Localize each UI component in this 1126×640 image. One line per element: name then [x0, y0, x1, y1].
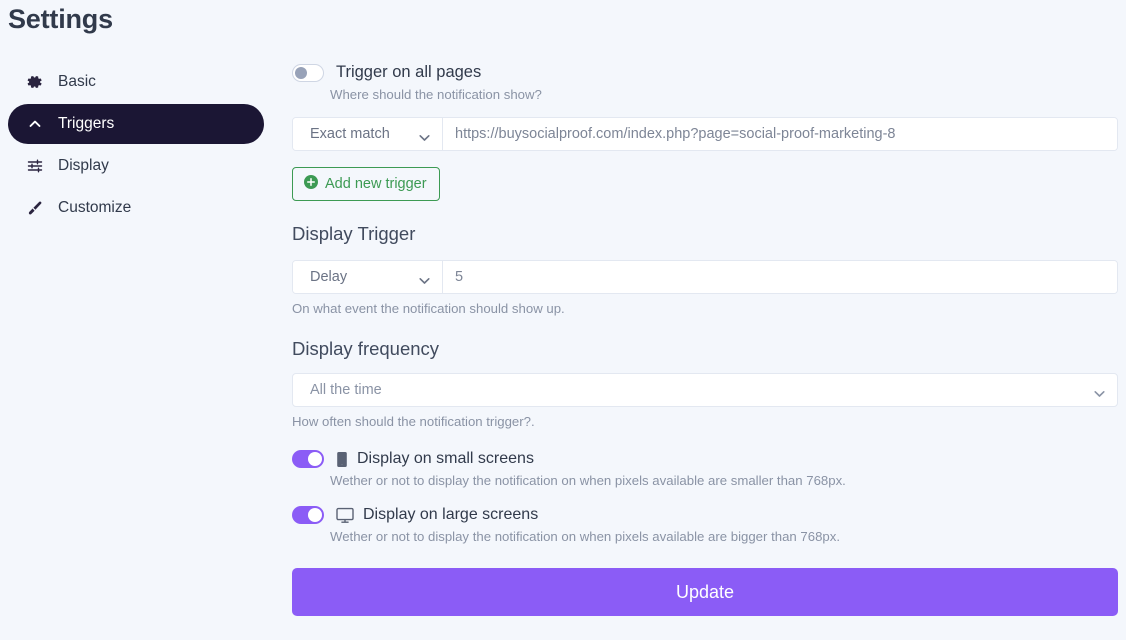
trigger-url-input[interactable]: https://buysocialproof.com/index.php?pag… [443, 118, 1117, 150]
trigger-rule-row: Exact match https://buysocialproof.com/i… [292, 117, 1118, 151]
display-trigger-value-input[interactable]: 5 [443, 261, 1117, 293]
add-new-trigger-button[interactable]: Add new trigger [292, 167, 440, 201]
large-screens-row: Display on large screens [292, 506, 1118, 524]
update-button[interactable]: Update [292, 568, 1118, 616]
sidebar-item-label: Display [58, 157, 109, 174]
match-type-value: Exact match [310, 126, 390, 142]
toggle-knob [308, 452, 322, 466]
sidebar-item-label: Customize [58, 199, 132, 216]
large-screens-toggle[interactable] [292, 506, 324, 524]
settings-page: Settings Basic Triggers Display Customiz… [0, 0, 1126, 640]
gear-icon [24, 74, 46, 90]
monitor-icon [336, 507, 354, 524]
large-screens-label: Display on large screens [363, 506, 539, 523]
chevron-down-icon [419, 273, 430, 289]
page-title: Settings [8, 4, 113, 34]
small-screens-label: Display on small screens [357, 450, 534, 467]
mobile-icon [336, 451, 348, 468]
match-type-select[interactable]: Exact match [293, 118, 443, 150]
chevron-down-icon [419, 130, 430, 146]
large-screens-help: Wether or not to display the notificatio… [330, 529, 840, 544]
sidebar-item-label: Basic [58, 73, 96, 90]
toggle-knob [308, 508, 322, 522]
display-frequency-help: How often should the notification trigge… [292, 414, 535, 429]
small-screens-row: Display on small screens [292, 450, 1118, 468]
main-content: Trigger on all pages Where should the no… [292, 0, 1118, 616]
small-screens-toggle[interactable] [292, 450, 324, 468]
small-screens-help: Wether or not to display the notificatio… [330, 473, 846, 488]
sidebar-item-label: Triggers [58, 115, 115, 132]
display-trigger-event-select[interactable]: Delay [293, 261, 443, 293]
display-trigger-title: Display Trigger [292, 223, 416, 244]
trigger-all-pages-toggle[interactable] [292, 63, 324, 82]
display-frequency-select[interactable]: All the time [292, 373, 1118, 407]
brush-icon [24, 200, 46, 216]
sidebar-item-basic[interactable]: Basic [8, 62, 264, 102]
sidebar: Basic Triggers Display Customize [0, 62, 272, 230]
toggle-knob [295, 66, 307, 79]
chevron-up-icon [24, 117, 46, 131]
trigger-all-pages-help: Where should the notification show? [330, 87, 542, 102]
sidebar-item-triggers[interactable]: Triggers [8, 104, 264, 144]
display-frequency-title: Display frequency [292, 338, 440, 359]
display-trigger-row: Delay 5 [292, 260, 1118, 294]
display-frequency-value: All the time [310, 382, 382, 398]
sidebar-item-customize[interactable]: Customize [8, 188, 264, 228]
sidebar-item-display[interactable]: Display [8, 146, 264, 186]
trigger-all-pages-label: Trigger on all pages [336, 63, 482, 81]
plus-circle-icon [304, 175, 318, 193]
display-trigger-event-value: Delay [310, 269, 348, 285]
sliders-icon [24, 158, 46, 174]
chevron-down-icon [1094, 386, 1105, 402]
display-trigger-help: On what event the notification should sh… [292, 301, 565, 316]
trigger-all-pages-row: Trigger on all pages [292, 63, 1118, 82]
add-new-trigger-label: Add new trigger [325, 176, 427, 192]
